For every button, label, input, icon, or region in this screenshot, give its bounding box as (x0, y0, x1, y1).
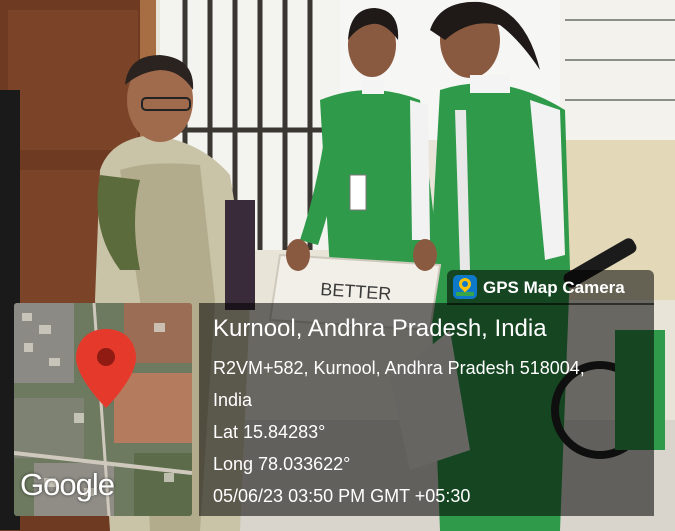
google-logo: Google (20, 467, 115, 502)
app-brand-badge: GPS Map Camera (447, 270, 654, 305)
location-title: Kurnool, Andhra Pradesh, India (213, 315, 547, 342)
app-brand-name: GPS Map Camera (483, 278, 625, 297)
location-info-panel: Kurnool, Andhra Pradesh, India R2VM+582,… (199, 303, 654, 516)
longitude-text: Long 78.033622° (213, 454, 351, 474)
address-line-1: R2VM+582, Kurnool, Andhra Pradesh 518004… (213, 358, 585, 378)
datetime-text: 05/06/23 03:50 PM GMT +05:30 (213, 486, 471, 506)
latitude-text: Lat 15.84283° (213, 422, 326, 442)
address-line-2: India (213, 390, 253, 410)
map-thumbnail[interactable]: Google (14, 303, 192, 516)
gps-map-camera-app-icon (453, 275, 477, 299)
